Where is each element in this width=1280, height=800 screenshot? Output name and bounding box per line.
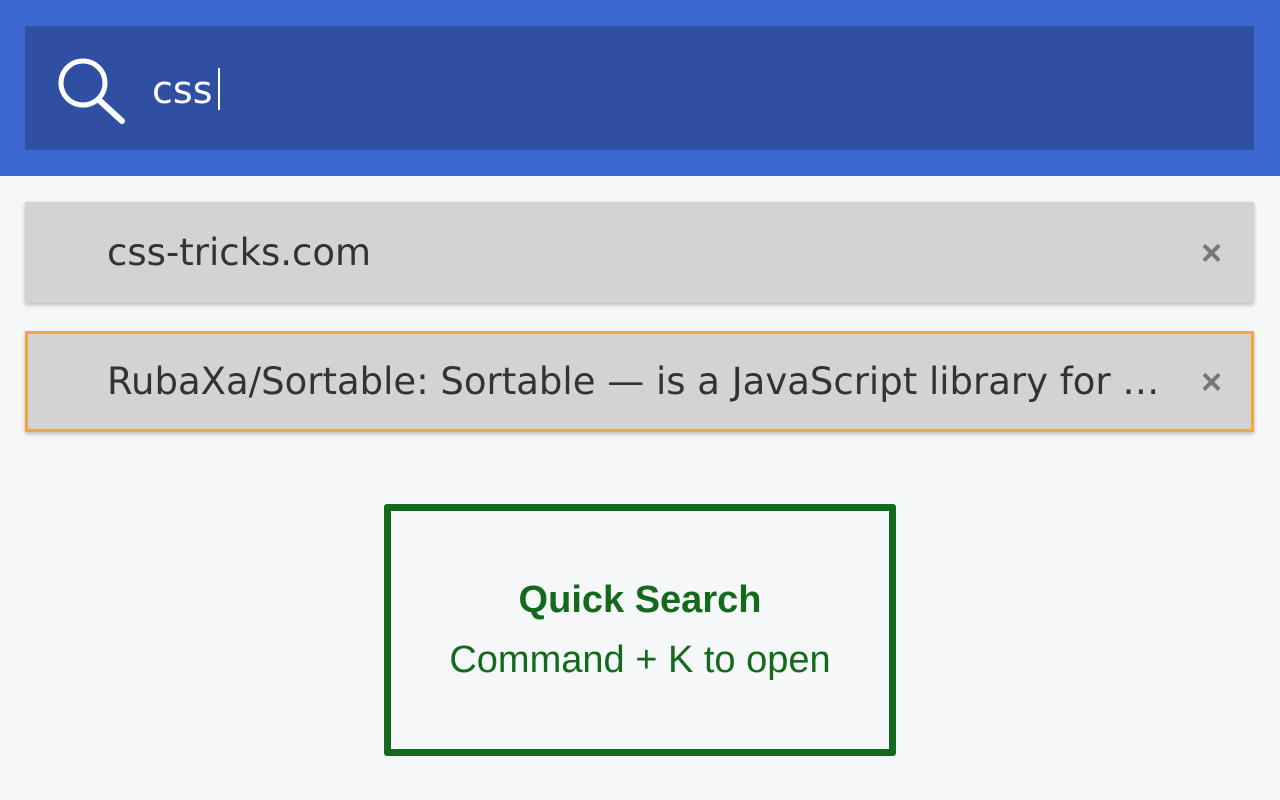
callout-subtitle: Command + K to open bbox=[449, 639, 831, 681]
header bbox=[0, 0, 1280, 176]
quick-search-callout: Quick Search Command + K to open bbox=[384, 504, 896, 756]
close-icon[interactable]: × bbox=[1201, 202, 1222, 303]
close-icon[interactable]: × bbox=[1201, 334, 1222, 429]
result-label: css-tricks.com bbox=[107, 231, 372, 274]
search-input[interactable] bbox=[152, 60, 1212, 120]
search-icon bbox=[58, 58, 125, 124]
result-item[interactable]: css-tricks.com × bbox=[25, 202, 1254, 303]
callout-title: Quick Search bbox=[518, 579, 762, 621]
text-cursor bbox=[218, 68, 220, 110]
result-label: RubaXa/Sortable: Sortable — is a JavaScr… bbox=[107, 360, 1160, 403]
result-item-selected[interactable]: RubaXa/Sortable: Sortable — is a JavaScr… bbox=[25, 331, 1254, 432]
